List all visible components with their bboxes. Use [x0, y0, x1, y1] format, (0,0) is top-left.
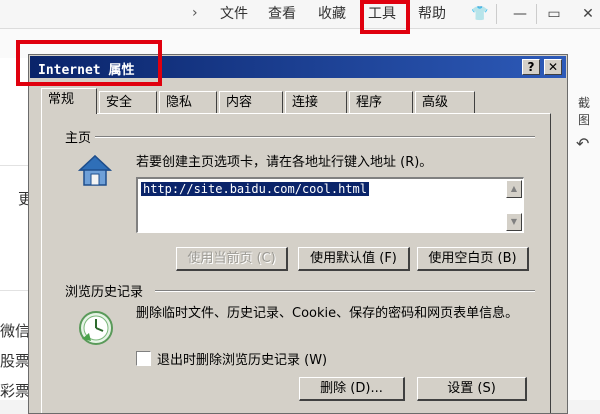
tab-privacy[interactable]: 隐私 — [159, 91, 217, 113]
menu-help[interactable]: 帮助 — [418, 4, 446, 24]
browsing-history-group-label: 浏览历史记录 — [65, 285, 144, 300]
scroll-up-icon[interactable]: ▲ — [506, 180, 522, 198]
menu-chevron-icon[interactable]: › — [192, 5, 198, 21]
history-settings-button[interactable]: 设置 (S) — [417, 377, 527, 401]
home-page-url-value: http://site.baidu.com/cool.html — [141, 182, 369, 196]
maximize-icon[interactable]: ▭ — [540, 2, 568, 26]
use-current-button[interactable]: 使用当前页 (C) — [176, 247, 288, 271]
background-link-wechat[interactable]: 微信 — [0, 320, 30, 341]
tools-highlight-box — [360, 0, 410, 34]
scroll-down-icon[interactable]: ▼ — [506, 213, 522, 231]
tab-connections[interactable]: 连接 — [285, 91, 347, 113]
group-divider — [95, 136, 535, 138]
menu-view[interactable]: 查看 — [268, 4, 296, 24]
background-link-lottery[interactable]: 彩票 — [0, 380, 30, 401]
home-page-group-label: 主页 — [65, 131, 92, 146]
delete-history-button[interactable]: 删除 (D)... — [299, 377, 405, 401]
dialog-close-button[interactable]: ✕ — [544, 59, 562, 75]
tab-programs[interactable]: 程序 — [349, 91, 413, 113]
use-blank-button[interactable]: 使用空白页 (B) — [417, 247, 529, 271]
tab-general[interactable]: 常规 — [41, 88, 97, 114]
home-page-url-field[interactable]: http://site.baidu.com/cool.html ▲ ▼ — [136, 177, 524, 233]
tab-strip: 常规 安全 隐私 内容 连接 程序 高级 — [41, 88, 561, 114]
undo-icon[interactable]: ↶ — [576, 134, 589, 153]
delete-on-exit-label[interactable]: 退出时删除浏览历史记录 (W) — [157, 349, 327, 368]
group-divider — [155, 290, 535, 292]
window-button-separator — [496, 4, 497, 24]
home-page-hint: 若要创建主页选项卡，请在各地址行键入地址 (R)。 — [136, 155, 433, 170]
history-icon — [79, 311, 113, 345]
background-screenshot-label[interactable]: 截图 — [578, 94, 600, 128]
skin-icon[interactable]: 👕 — [466, 2, 494, 26]
window-button-separator — [536, 4, 537, 24]
title-highlight-box — [16, 40, 162, 86]
internet-options-dialog: Internet 属性 ? ✕ 常规 安全 隐私 内容 连接 程序 高级 主页 … — [16, 40, 568, 414]
home-icon — [78, 154, 112, 186]
help-button[interactable]: ? — [522, 59, 540, 75]
background-link-stocks[interactable]: 股票 — [0, 350, 30, 371]
delete-on-exit-checkbox[interactable] — [136, 351, 151, 366]
menu-file[interactable]: 文件 — [220, 4, 248, 24]
browsing-history-description: 删除临时文件、历史记录、Cookie、保存的密码和网页表单信息。 — [136, 306, 519, 321]
close-icon[interactable]: ✕ — [574, 2, 600, 26]
minimize-icon[interactable]: — — [506, 2, 534, 26]
tab-content[interactable]: 内容 — [219, 91, 283, 113]
menu-favorites[interactable]: 收藏 — [318, 4, 346, 24]
tab-security[interactable]: 安全 — [99, 91, 157, 113]
use-default-button[interactable]: 使用默认值 (F) — [298, 247, 410, 271]
browser-menu-bar: › 文件 查看 收藏 工具 帮助 👕 — ▭ ✕ — [0, 0, 600, 34]
dialog-titlebar[interactable]: Internet 属性 ? ✕ — [16, 40, 566, 86]
tab-advanced[interactable]: 高级 — [415, 91, 475, 113]
